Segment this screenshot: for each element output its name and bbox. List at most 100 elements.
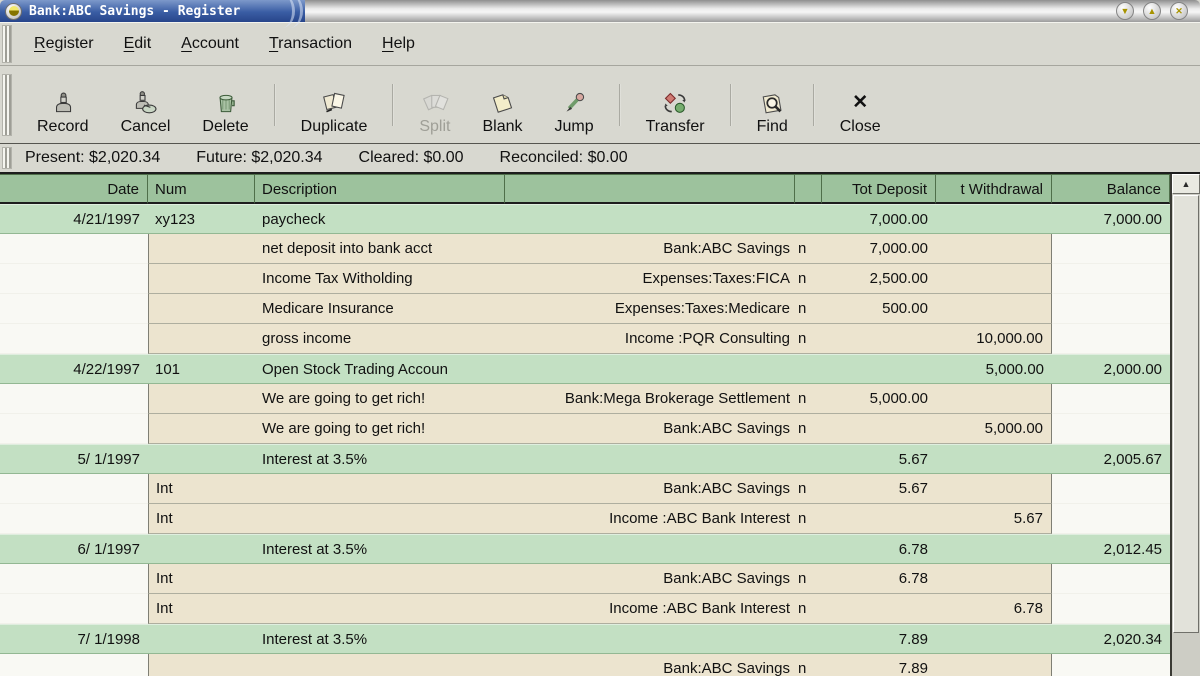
cell-flag[interactable]: n bbox=[795, 504, 822, 534]
cell-transfer[interactable]: Bank:ABC Savings bbox=[505, 474, 795, 504]
cell-transfer[interactable]: Income :ABC Bank Interest bbox=[505, 504, 795, 534]
cell-num[interactable] bbox=[148, 444, 255, 474]
cell-withdrawal[interactable]: 5,000.00 bbox=[936, 414, 1052, 444]
cell-withdrawal[interactable] bbox=[936, 624, 1052, 654]
cell-transfer[interactable] bbox=[505, 534, 795, 564]
cell-description[interactable]: Interest at 3.5% bbox=[255, 444, 505, 474]
cell-transfer[interactable] bbox=[505, 204, 795, 234]
cell-description[interactable] bbox=[255, 594, 505, 624]
cell-flag[interactable] bbox=[795, 534, 822, 564]
cell-deposit[interactable] bbox=[822, 594, 936, 624]
menu-help[interactable]: Help bbox=[367, 35, 430, 53]
menu-transaction[interactable]: Transaction bbox=[254, 35, 367, 53]
cell-flag[interactable]: n bbox=[795, 324, 822, 354]
cell-transfer[interactable]: Bank:ABC Savings bbox=[505, 234, 795, 264]
cell-transfer[interactable]: Bank:ABC Savings bbox=[505, 564, 795, 594]
delete-toolbar-button[interactable]: Delete bbox=[191, 73, 259, 137]
window-menu-button[interactable] bbox=[5, 2, 22, 20]
cell-balance[interactable] bbox=[1052, 474, 1170, 504]
cancel-toolbar-button[interactable]: Cancel bbox=[110, 73, 182, 137]
cell-num[interactable]: Int bbox=[148, 594, 255, 624]
cell-description[interactable]: net deposit into bank acct bbox=[255, 234, 505, 264]
cell-date[interactable] bbox=[0, 414, 148, 444]
cell-balance[interactable] bbox=[1052, 324, 1170, 354]
cell-flag[interactable]: n bbox=[795, 654, 822, 676]
cell-flag[interactable] bbox=[795, 204, 822, 234]
menu-account[interactable]: Account bbox=[166, 35, 254, 53]
cell-flag[interactable]: n bbox=[795, 414, 822, 444]
cell-withdrawal[interactable] bbox=[936, 384, 1052, 414]
cell-withdrawal[interactable] bbox=[936, 264, 1052, 294]
cell-num[interactable] bbox=[148, 384, 255, 414]
cell-transfer[interactable]: Income :ABC Bank Interest bbox=[505, 594, 795, 624]
find-toolbar-button[interactable]: Find bbox=[746, 73, 799, 137]
cell-withdrawal[interactable] bbox=[936, 654, 1052, 676]
cell-date[interactable]: 4/21/1997 bbox=[0, 204, 148, 234]
cell-balance[interactable]: 2,005.67 bbox=[1052, 444, 1170, 474]
cell-flag[interactable]: n bbox=[795, 234, 822, 264]
summarybar-grip-handle[interactable] bbox=[2, 147, 12, 169]
cell-num[interactable] bbox=[148, 294, 255, 324]
cell-deposit[interactable]: 500.00 bbox=[822, 294, 936, 324]
maximize-button[interactable]: ▲ bbox=[1143, 2, 1161, 20]
cell-withdrawal[interactable]: 5.67 bbox=[936, 504, 1052, 534]
cell-balance[interactable] bbox=[1052, 594, 1170, 624]
cell-withdrawal[interactable]: 6.78 bbox=[936, 594, 1052, 624]
close-toolbar-button[interactable]: ✕ Close bbox=[829, 73, 892, 137]
cell-deposit[interactable]: 5.67 bbox=[822, 474, 936, 504]
cell-description[interactable]: gross income bbox=[255, 324, 505, 354]
record-toolbar-button[interactable]: Record bbox=[26, 73, 100, 137]
cell-description[interactable]: Medicare Insurance bbox=[255, 294, 505, 324]
cell-balance[interactable] bbox=[1052, 384, 1170, 414]
cell-deposit[interactable]: 7,000.00 bbox=[822, 204, 936, 234]
cell-num[interactable]: xy123 bbox=[148, 204, 255, 234]
minimize-button[interactable]: ▼ bbox=[1116, 2, 1134, 20]
cell-balance[interactable] bbox=[1052, 504, 1170, 534]
cell-description[interactable] bbox=[255, 504, 505, 534]
cell-description[interactable]: Open Stock Trading Accoun bbox=[255, 354, 505, 384]
cell-date[interactable] bbox=[0, 264, 148, 294]
cell-description[interactable]: Interest at 3.5% bbox=[255, 624, 505, 654]
cell-transfer[interactable] bbox=[505, 624, 795, 654]
cell-balance[interactable]: 2,020.34 bbox=[1052, 624, 1170, 654]
cell-date[interactable]: 6/ 1/1997 bbox=[0, 534, 148, 564]
scrollbar-thumb[interactable] bbox=[1173, 195, 1199, 633]
cell-date[interactable] bbox=[0, 654, 148, 676]
cell-balance[interactable]: 2,012.45 bbox=[1052, 534, 1170, 564]
cell-date[interactable] bbox=[0, 294, 148, 324]
cell-num[interactable] bbox=[148, 654, 255, 676]
split-toolbar-button[interactable]: Split bbox=[408, 73, 461, 137]
cell-deposit[interactable]: 2,500.00 bbox=[822, 264, 936, 294]
cell-deposit[interactable] bbox=[822, 354, 936, 384]
cell-balance[interactable] bbox=[1052, 264, 1170, 294]
cell-date[interactable] bbox=[0, 384, 148, 414]
cell-balance[interactable] bbox=[1052, 654, 1170, 676]
transfer-toolbar-button[interactable]: Transfer bbox=[635, 73, 716, 137]
cell-num[interactable] bbox=[148, 234, 255, 264]
cell-transfer[interactable]: Expenses:Taxes:Medicare bbox=[505, 294, 795, 324]
cell-date[interactable] bbox=[0, 234, 148, 264]
cell-transfer[interactable]: Expenses:Taxes:FICA bbox=[505, 264, 795, 294]
cell-description[interactable]: Interest at 3.5% bbox=[255, 534, 505, 564]
toolbar-grip-handle[interactable] bbox=[2, 73, 12, 136]
menu-edit[interactable]: Edit bbox=[109, 35, 167, 53]
cell-withdrawal[interactable] bbox=[936, 204, 1052, 234]
close-button[interactable]: ✕ bbox=[1170, 2, 1188, 20]
cell-num[interactable]: Int bbox=[148, 564, 255, 594]
cell-date[interactable] bbox=[0, 474, 148, 504]
cell-description[interactable]: Income Tax Witholding bbox=[255, 264, 505, 294]
cell-transfer[interactable]: Bank:ABC Savings bbox=[505, 654, 795, 676]
cell-date[interactable] bbox=[0, 564, 148, 594]
cell-deposit[interactable] bbox=[822, 414, 936, 444]
cell-transfer[interactable] bbox=[505, 444, 795, 474]
blank-toolbar-button[interactable]: Blank bbox=[471, 73, 533, 137]
cell-date[interactable] bbox=[0, 594, 148, 624]
cell-flag[interactable] bbox=[795, 624, 822, 654]
cell-num[interactable]: 101 bbox=[148, 354, 255, 384]
cell-description[interactable] bbox=[255, 654, 505, 676]
cell-balance[interactable] bbox=[1052, 414, 1170, 444]
cell-deposit[interactable]: 5.67 bbox=[822, 444, 936, 474]
cell-transfer[interactable]: Bank:ABC Savings bbox=[505, 414, 795, 444]
cell-deposit[interactable]: 5,000.00 bbox=[822, 384, 936, 414]
cell-deposit[interactable] bbox=[822, 504, 936, 534]
